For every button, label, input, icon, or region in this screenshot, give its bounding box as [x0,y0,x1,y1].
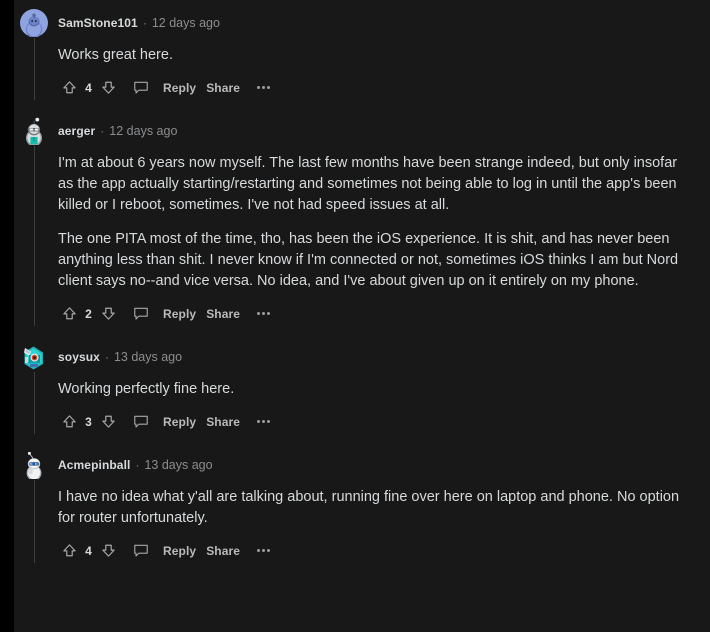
comment-bubble-icon[interactable] [129,77,153,99]
vote-group: 3 [58,411,119,433]
comment-body: I have no idea what y'all are talking ab… [14,480,710,563]
comment-timestamp[interactable]: 13 days ago [114,350,182,364]
downvote-arrow-icon[interactable] [97,411,119,433]
share-button[interactable]: Share [206,81,240,95]
share-button[interactable]: Share [206,544,240,558]
comment-header: soysux · 13 days ago [14,342,710,372]
header-separator: · [142,16,147,30]
comment-actions: 3 Reply Share [58,400,710,434]
thread-collapse-line[interactable] [34,372,35,434]
comment-header: aerger · 12 days ago [14,116,710,146]
comment-thread-2: aerger · 12 days ago I'm at about 6 year… [14,100,710,326]
reply-button[interactable]: Reply [163,307,196,321]
reply-button[interactable]: Reply [163,544,196,558]
downvote-arrow-icon[interactable] [97,540,119,562]
vote-group: 4 [58,77,119,99]
header-separator: · [135,458,140,472]
comment-author[interactable]: soysux [58,350,100,364]
comment-paragraph: Working perfectly fine here. [58,381,235,397]
comment-bubble-icon[interactable] [129,303,153,325]
comment-body: I'm at about 6 years now myself. The las… [14,146,710,326]
comment-paragraph: I'm at about 6 years now myself. The las… [58,155,678,213]
upvote-arrow-icon[interactable] [58,540,80,562]
vote-group: 2 [58,303,119,325]
comment-body: Works great here. 4 Reply Share [14,38,710,100]
header-separator: · [100,124,105,138]
share-button[interactable]: Share [206,307,240,321]
avatar-grey-sunglasses-snoo[interactable] [20,117,48,145]
avatar-teal-robot-snoo[interactable] [20,343,48,371]
vote-score: 2 [85,306,92,321]
reply-button[interactable]: Reply [163,415,196,429]
comment-actions: 2 Reply Share [58,292,710,326]
comment-thread-4: Acmepinball · 13 days ago I have no idea… [14,434,710,563]
more-options-icon[interactable] [254,79,272,97]
comments-list: SamStone101 · 12 days ago Works great he… [14,0,710,632]
vote-score: 4 [85,543,92,558]
thread-collapse-line[interactable] [34,146,35,326]
vote-score: 3 [85,414,92,429]
comment-bubble-icon[interactable] [129,411,153,433]
comment-thread-3: soysux · 13 days ago Working perfectly f… [14,326,710,434]
upvote-arrow-icon[interactable] [58,411,80,433]
comment-actions: 4 Reply Share [58,66,710,100]
more-options-icon[interactable] [254,305,272,323]
comment-timestamp[interactable]: 13 days ago [144,458,212,472]
comment-author[interactable]: aerger [58,124,95,138]
reply-button[interactable]: Reply [163,81,196,95]
comment-actions: 4 Reply Share [58,529,710,563]
more-options-icon[interactable] [254,413,272,431]
header-separator: · [104,350,109,364]
comment-header: Acmepinball · 13 days ago [14,450,710,480]
more-options-icon[interactable] [254,542,272,560]
avatar-blue-snoo[interactable] [20,9,48,37]
comment-paragraph: The one PITA most of the time, tho, has … [58,231,679,289]
comment-bubble-icon[interactable] [129,540,153,562]
upvote-arrow-icon[interactable] [58,77,80,99]
thread-collapse-line[interactable] [34,38,35,100]
thread-collapse-line[interactable] [34,480,35,563]
comment-paragraph: Works great here. [58,47,173,63]
upvote-arrow-icon[interactable] [58,303,80,325]
comments-page: SamStone101 · 12 days ago Works great he… [0,0,710,632]
comment-paragraph: I have no idea what y'all are talking ab… [58,489,680,526]
comment-author[interactable]: Acmepinball [58,458,130,472]
vote-score: 4 [85,80,92,95]
share-button[interactable]: Share [206,415,240,429]
comment-timestamp[interactable]: 12 days ago [152,16,220,30]
downvote-arrow-icon[interactable] [97,77,119,99]
comment-timestamp[interactable]: 12 days ago [109,124,177,138]
comment-header: SamStone101 · 12 days ago [14,8,710,38]
avatar-white-visor-snoo[interactable] [20,451,48,479]
comment-body: Working perfectly fine here. 3 Reply Sha… [14,372,710,434]
comment-thread-1: SamStone101 · 12 days ago Works great he… [14,0,710,100]
vote-group: 4 [58,540,119,562]
downvote-arrow-icon[interactable] [97,303,119,325]
comment-author[interactable]: SamStone101 [58,16,138,30]
